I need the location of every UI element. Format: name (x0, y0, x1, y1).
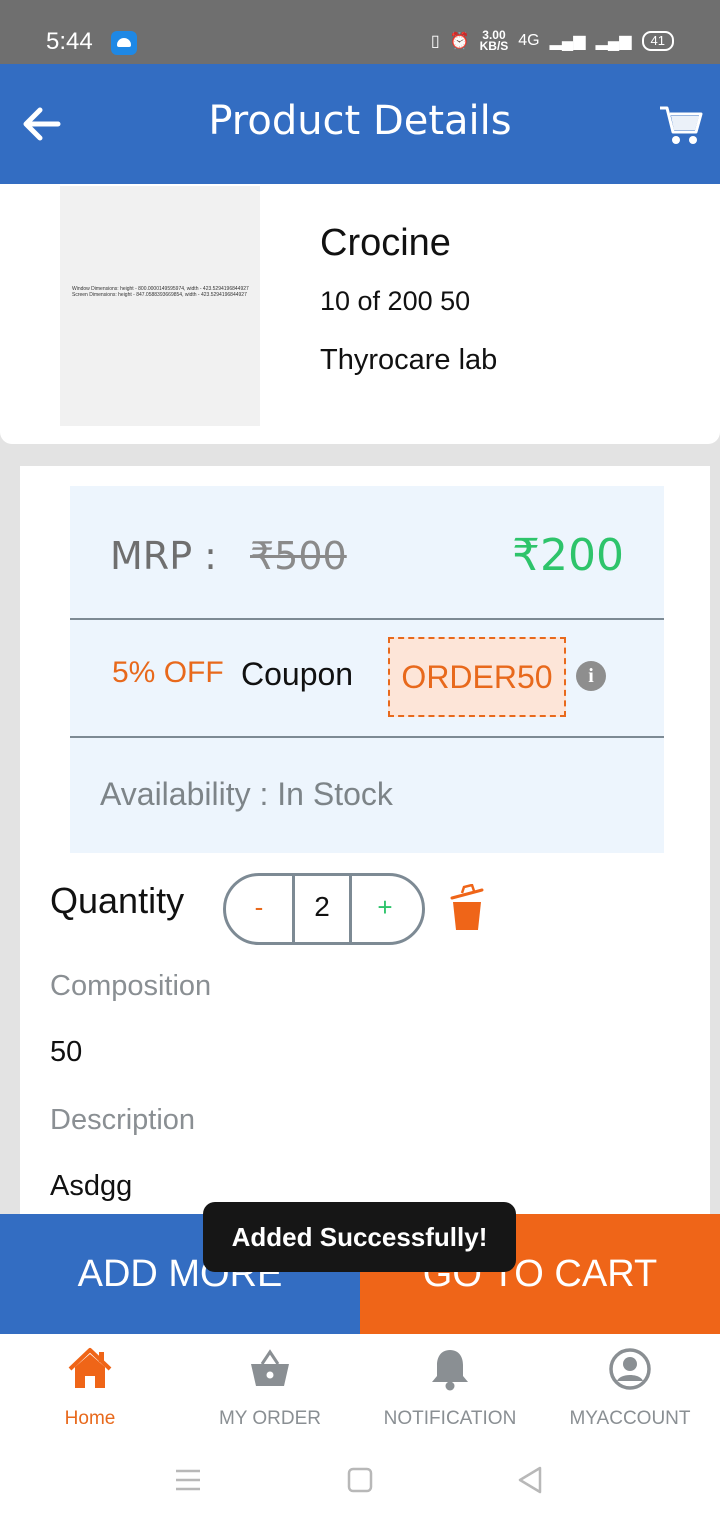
increment-button[interactable]: + (352, 876, 418, 942)
trash-icon[interactable] (448, 884, 486, 932)
image-debug-text: Window Dimensions: height - 800.00001495… (72, 286, 249, 298)
details-card: MRP : ₹500 ₹200 5% OFF Coupon ORDER50 i … (20, 466, 710, 1214)
coupon-code[interactable]: ORDER50 (388, 637, 566, 717)
mrp-label: MRP : (110, 534, 217, 578)
current-price: ₹200 (512, 530, 624, 581)
page-title: Product Details (208, 98, 512, 144)
info-icon[interactable]: i (576, 661, 606, 691)
network-speed: 3.00 KB/S (479, 29, 509, 53)
speed-unit: KB/S (479, 39, 509, 53)
quantity-label: Quantity (50, 880, 185, 921)
status-icons: ▯ ⏰ 3.00 KB/S 4G ▂▄▆ ▂▄▆ 41 (430, 29, 674, 53)
bottom-nav: Home MY ORDER NOTIFICATION MYACCOUNT (0, 1334, 720, 1440)
description-label: Description (50, 1104, 196, 1136)
status-time: 5:44 (46, 28, 93, 55)
decrement-button[interactable]: - (226, 876, 292, 942)
product-subtitle: 10 of 200 50 (320, 286, 471, 316)
coupon-label: Coupon (241, 656, 354, 692)
back-triangle-icon[interactable] (512, 1462, 548, 1498)
toast-message: Added Successfully! (203, 1202, 516, 1272)
status-bar: 5:44 ▯ ⏰ 3.00 KB/S 4G ▂▄▆ ▂▄▆ 41 (0, 0, 720, 64)
description-value: Asdgg (50, 1170, 133, 1202)
product-name: Crocine (320, 222, 451, 264)
discount-label: 5% OFF (112, 656, 224, 689)
signal-icon: ▂▄▆ (549, 33, 586, 50)
coupon-row: 5% OFF Coupon ORDER50 i (70, 620, 664, 738)
availability-text: Availability : In Stock (100, 776, 393, 812)
home-icon (68, 1348, 112, 1388)
home-button-icon[interactable] (342, 1462, 378, 1498)
bell-icon (432, 1350, 468, 1391)
quantity-value: 2 (292, 876, 352, 942)
price-box: MRP : ₹500 ₹200 5% OFF Coupon ORDER50 i … (70, 486, 664, 853)
basket-icon (251, 1349, 289, 1386)
network-type: 4G (518, 32, 540, 49)
nav-item-notification[interactable]: NOTIFICATION (360, 1334, 540, 1440)
mrp-old-price: ₹500 (250, 534, 347, 578)
nav-label-my-order: MY ORDER (218, 1408, 322, 1429)
mrp-row: MRP : ₹500 ₹200 (70, 486, 664, 620)
quantity-stepper: - 2 + (223, 873, 425, 945)
product-card: Window Dimensions: height - 800.00001495… (0, 184, 720, 444)
nav-label-home: Home (64, 1408, 116, 1429)
nav-item-my-order[interactable]: MY ORDER (180, 1334, 360, 1440)
composition-value: 50 (50, 1036, 83, 1068)
product-image: Window Dimensions: height - 800.00001495… (60, 186, 260, 426)
battery-icon: 41 (641, 31, 674, 51)
menu-icon[interactable] (170, 1462, 206, 1498)
app-bar: Product Details (0, 64, 720, 184)
nav-item-home[interactable]: Home (0, 1334, 180, 1440)
alarm-icon: ⏰ (449, 33, 470, 50)
cart-icon[interactable] (658, 102, 704, 148)
composition-label: Composition (50, 970, 212, 1002)
app-notification-icon (111, 31, 137, 55)
account-icon (609, 1348, 651, 1390)
vibrate-icon: ▯ (430, 33, 440, 50)
signal-2-icon: ▂▄▆ (595, 33, 632, 50)
availability-row: Availability : In Stock (70, 738, 664, 853)
nav-label-notification: NOTIFICATION (383, 1408, 517, 1429)
product-lab: Thyrocare lab (320, 344, 498, 376)
nav-item-my-account[interactable]: MYACCOUNT (540, 1334, 720, 1440)
system-nav-bar (0, 1440, 720, 1520)
nav-label-my-account: MYACCOUNT (569, 1408, 691, 1429)
